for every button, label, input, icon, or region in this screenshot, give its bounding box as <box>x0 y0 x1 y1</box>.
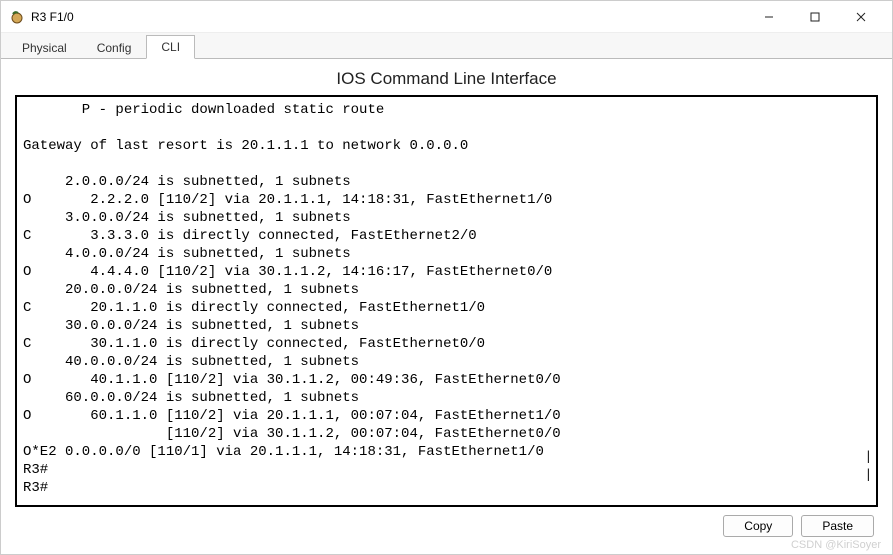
tab-physical[interactable]: Physical <box>7 36 82 59</box>
tab-bar: Physical Config CLI <box>1 33 892 59</box>
minimize-button[interactable] <box>746 1 792 33</box>
paste-button[interactable]: Paste <box>801 515 874 537</box>
watermark: CSDN @KiriSoyer <box>791 539 881 551</box>
app-icon <box>9 9 25 25</box>
button-row: Copy Paste <box>15 515 878 537</box>
maximize-button[interactable] <box>792 1 838 33</box>
window-title: R3 F1/0 <box>31 10 74 24</box>
copy-button[interactable]: Copy <box>723 515 793 537</box>
content-area: IOS Command Line Interface P - periodic … <box>1 59 892 547</box>
terminal-output[interactable]: P - periodic downloaded static route Gat… <box>23 101 870 497</box>
cli-heading: IOS Command Line Interface <box>15 69 878 89</box>
terminal-container: P - periodic downloaded static route Gat… <box>15 95 878 507</box>
tab-config[interactable]: Config <box>82 36 147 59</box>
titlebar: R3 F1/0 <box>1 1 892 33</box>
close-button[interactable] <box>838 1 884 33</box>
tab-cli[interactable]: CLI <box>146 35 195 59</box>
